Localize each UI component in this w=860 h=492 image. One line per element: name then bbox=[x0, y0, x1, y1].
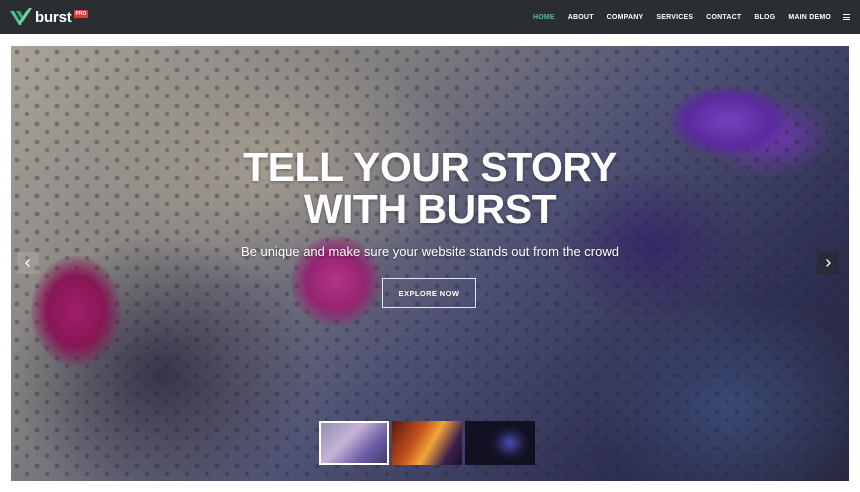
chevron-left-icon bbox=[25, 259, 30, 267]
logo-text: burst bbox=[35, 8, 72, 26]
top-navbar: burst PRO HOME ABOUT COMPANY SERVICES CO… bbox=[0, 0, 860, 34]
nav-item-company[interactable]: COMPANY bbox=[607, 14, 644, 21]
hero-title-line2: WITH BURST bbox=[303, 186, 557, 232]
hamburger-icon[interactable] bbox=[843, 14, 850, 20]
nav-item-services[interactable]: SERVICES bbox=[656, 14, 693, 21]
hero-subtitle: Be unique and make sure your website sta… bbox=[241, 244, 619, 259]
nav-item-main-demo[interactable]: MAIN DEMO bbox=[788, 14, 831, 21]
main-menu: HOME ABOUT COMPANY SERVICES CONTACT BLOG… bbox=[520, 0, 850, 34]
logo[interactable]: burst PRO bbox=[10, 8, 89, 26]
chevron-right-icon bbox=[826, 259, 831, 267]
hero-title: TELL YOUR STORY WITH BURST bbox=[11, 146, 849, 230]
slide-thumbnail-3[interactable] bbox=[465, 421, 535, 465]
slide-thumbnail-1[interactable] bbox=[319, 421, 389, 465]
hero-slider: TELL YOUR STORY WITH BURST Be unique and… bbox=[11, 46, 849, 481]
nav-item-contact[interactable]: CONTACT bbox=[706, 14, 741, 21]
nav-item-blog[interactable]: BLOG bbox=[754, 14, 775, 21]
logo-badge: PRO bbox=[73, 9, 89, 18]
nav-item-about[interactable]: ABOUT bbox=[568, 14, 594, 21]
slider-thumbnails bbox=[319, 421, 538, 465]
explore-now-button[interactable]: EXPLORE NOW bbox=[382, 278, 476, 308]
hero-overlay bbox=[11, 46, 849, 481]
slider-next-button[interactable] bbox=[817, 252, 839, 274]
burst-logo-icon bbox=[10, 8, 32, 25]
slide-thumbnail-2[interactable] bbox=[392, 421, 462, 465]
slider-prev-button[interactable] bbox=[17, 252, 39, 274]
nav-item-home[interactable]: HOME bbox=[533, 14, 555, 21]
hero-title-line1: TELL YOUR STORY bbox=[243, 144, 617, 190]
